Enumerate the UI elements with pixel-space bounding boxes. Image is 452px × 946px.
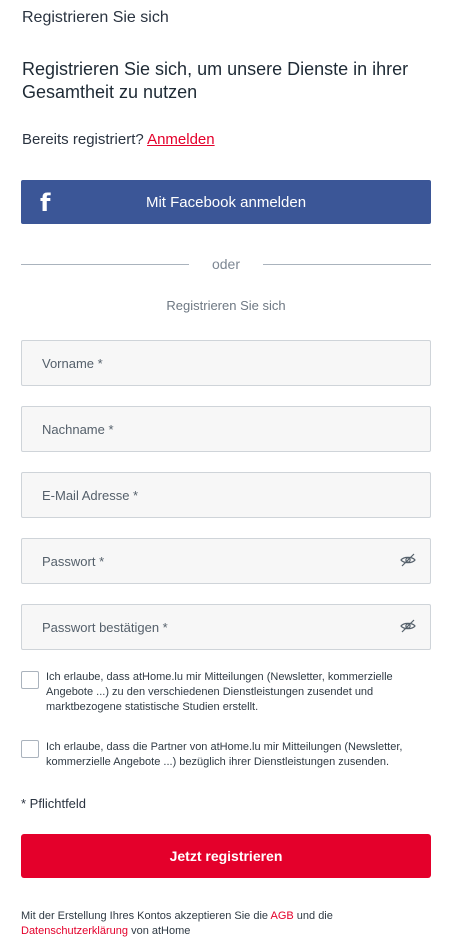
agb-link[interactable]: AGB [270,910,293,922]
privacy-link[interactable]: Datenschutzerklärung [21,925,128,937]
required-note: * Pflichtfeld [21,796,87,811]
login-prompt-text: Bereits registriert? [22,131,144,148]
divider-right [263,264,431,265]
firstname-field [21,340,431,386]
email-field [21,472,431,518]
consent-athome-text: Ich erlaube, dass atHome.lu mir Mitteilu… [46,671,393,713]
register-section-label: Registrieren Sie sich [166,298,286,313]
facebook-icon: f [40,189,51,217]
legal-middle: und die [296,910,333,922]
firstname-input[interactable] [22,341,430,385]
consent-athome-checkbox[interactable] [21,671,39,689]
legal-prefix: Mit der Erstellung Ihres Kontos akzeptie… [21,910,269,922]
password-confirm-field [21,604,431,650]
page-title: Registrieren Sie sich [22,9,169,26]
divider-label: oder [211,256,241,272]
consent-partners-text: Ich erlaube, dass die Partner von atHome… [46,741,403,768]
facebook-login-button[interactable]: f Mit Facebook anmelden [21,180,431,224]
divider-left [21,264,189,265]
lastname-field [21,406,431,452]
eye-hidden-icon[interactable] [400,553,416,567]
password-input[interactable] [22,539,430,583]
email-input[interactable] [22,473,430,517]
consent-partners-checkbox[interactable] [21,740,39,758]
page-subtitle: Registrieren Sie sich, um unsere Dienste… [22,59,409,102]
login-link[interactable]: Anmelden [147,131,215,148]
password-confirm-input[interactable] [22,605,430,649]
password-field [21,538,431,584]
eye-hidden-icon[interactable] [400,619,416,633]
lastname-input[interactable] [22,407,430,451]
facebook-login-label: Mit Facebook anmelden [145,193,307,211]
login-prompt: Bereits registriert? Anmelden [22,131,215,148]
register-submit-button[interactable]: Jetzt registrieren [21,834,431,878]
legal-notice: Mit der Erstellung Ihres Kontos akzeptie… [21,909,431,939]
legal-suffix: von atHome [131,925,191,937]
